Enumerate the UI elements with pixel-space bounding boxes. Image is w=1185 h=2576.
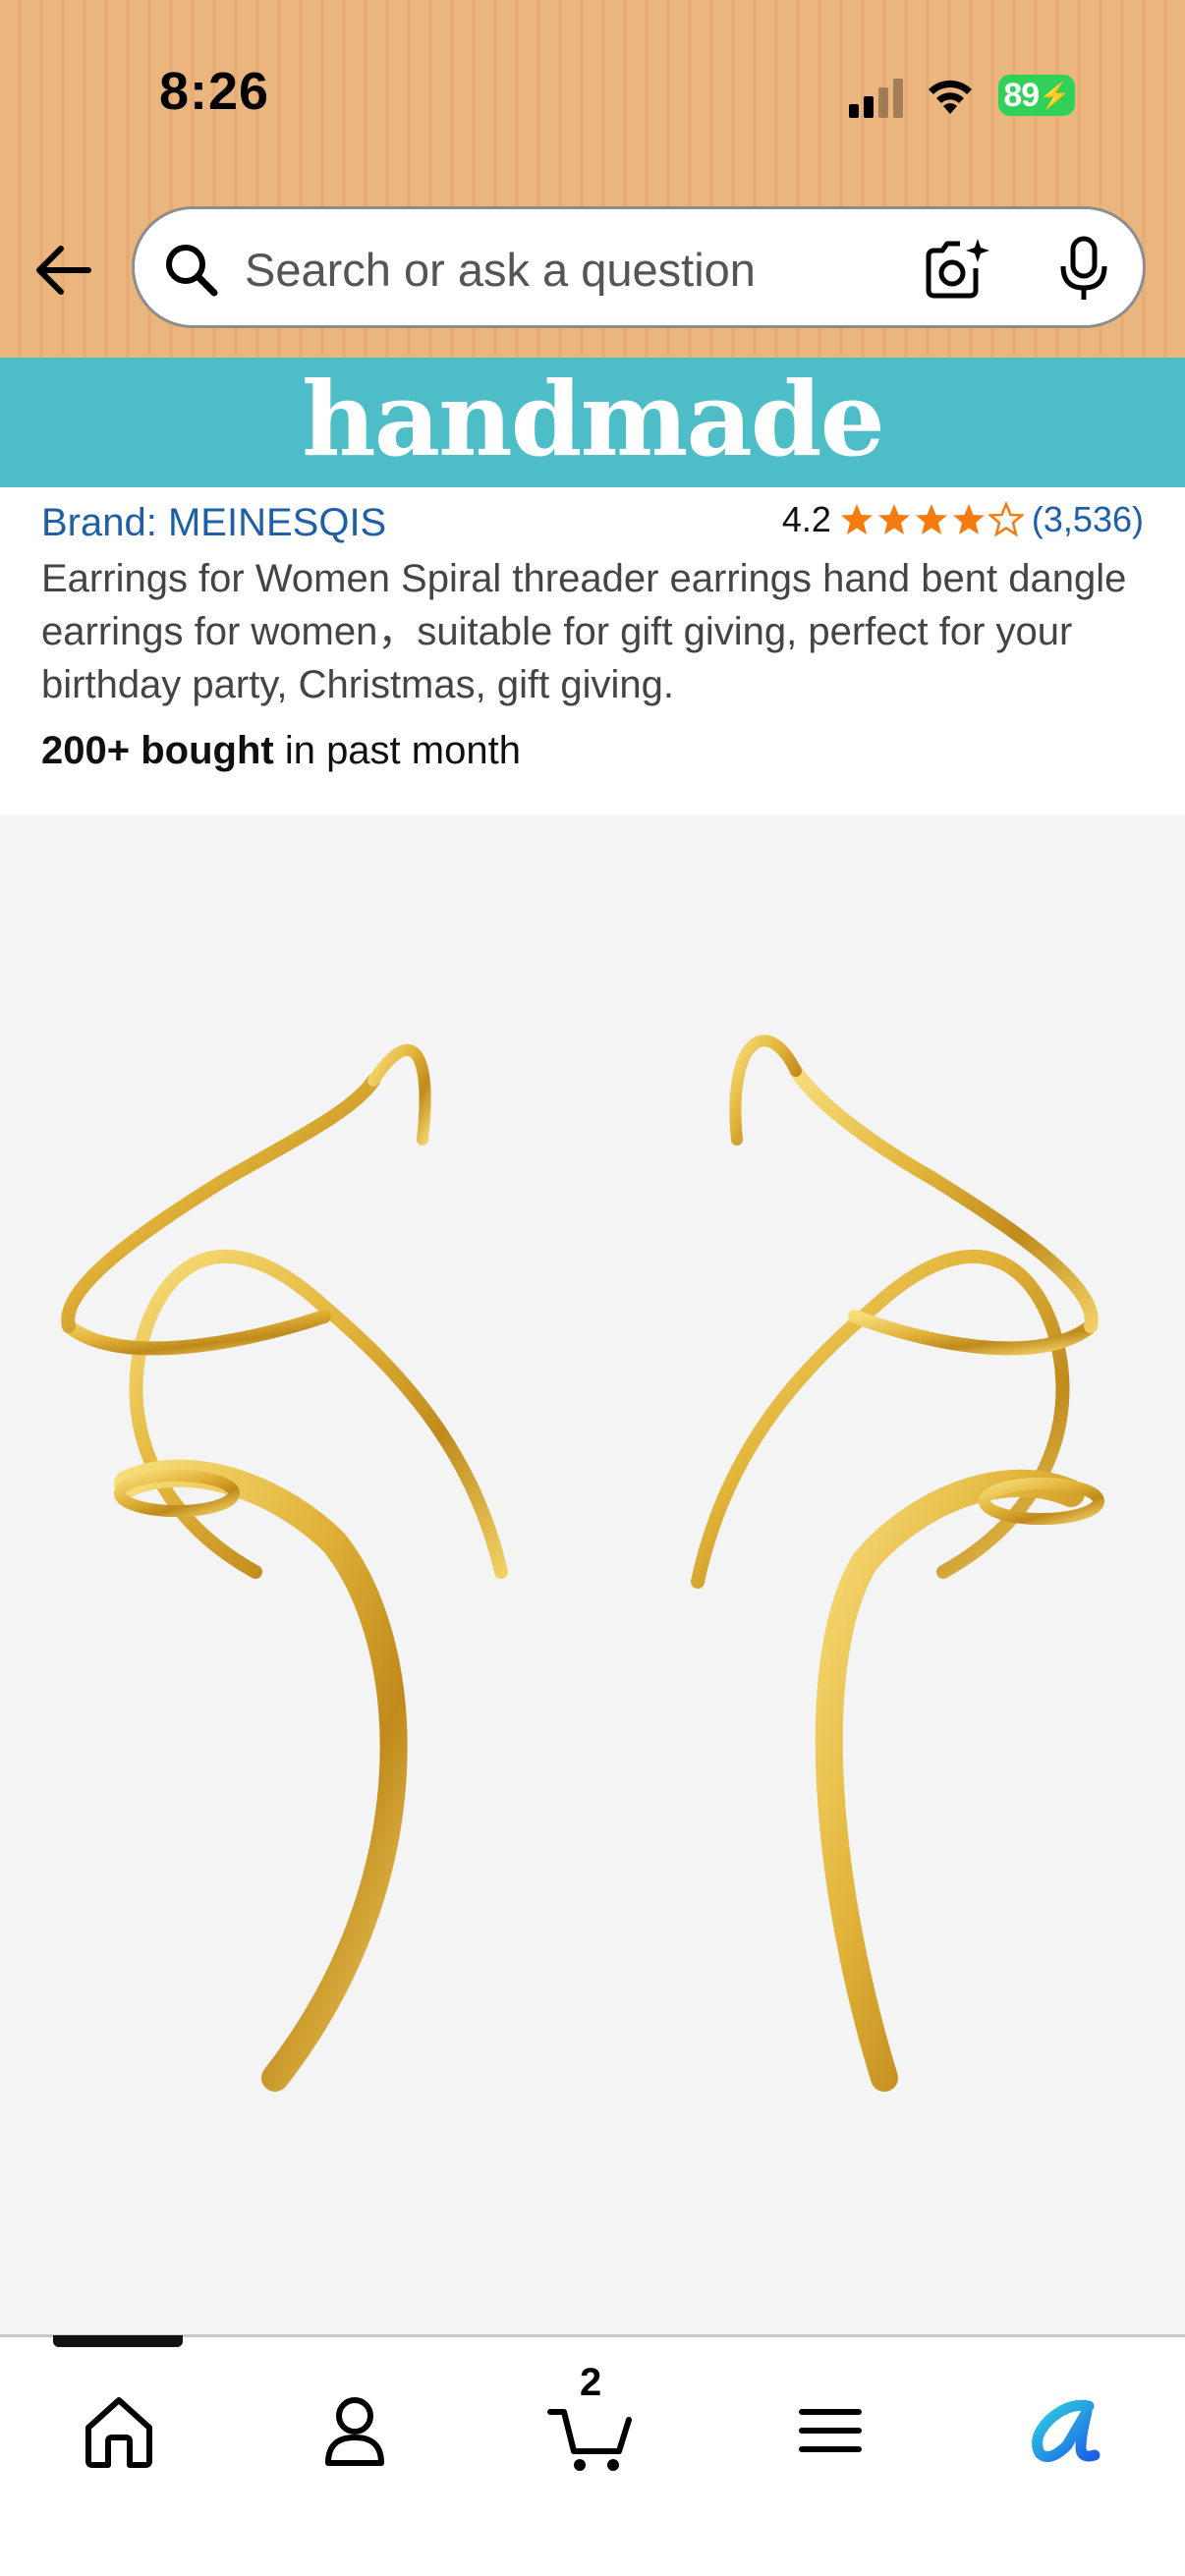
product-info: Brand: MEINESQIS 4.2 (3,536) Earrings fo…	[0, 487, 1185, 815]
wifi-icon	[929, 80, 972, 114]
right-earring	[691, 1035, 1104, 2092]
cart-count: 2	[580, 2361, 602, 2404]
nav-account[interactable]	[301, 2377, 409, 2485]
charging-bolt-icon: ⚡	[1039, 80, 1070, 110]
rating-summary[interactable]: 4.2 (3,536)	[782, 499, 1144, 540]
cellular-signal-icon	[849, 79, 903, 118]
search-input[interactable]	[243, 233, 954, 306]
bought-period: in past month	[273, 729, 521, 772]
gold-spiral-earrings-image	[61, 1035, 1104, 2092]
battery-indicator: 89 ⚡	[998, 75, 1075, 116]
battery-level: 89	[1003, 76, 1040, 114]
product-title: Earrings for Women Spiral threader earri…	[41, 557, 1127, 706]
star-full-icon	[952, 504, 985, 534]
account-icon	[325, 2397, 384, 2466]
handmade-banner[interactable]: handmade	[0, 358, 1185, 487]
menu-icon	[799, 2409, 862, 2452]
rufus-icon	[1032, 2399, 1100, 2463]
nav-menu[interactable]	[776, 2377, 884, 2485]
microphone-icon[interactable]	[1056, 235, 1111, 304]
search-bar[interactable]	[132, 206, 1146, 328]
star-rating	[839, 502, 1024, 537]
product-image[interactable]	[0, 815, 1185, 2334]
banner-text: handmade	[302, 358, 885, 479]
star-full-icon	[877, 504, 910, 534]
back-arrow-icon[interactable]	[31, 236, 96, 305]
nav-home[interactable]	[65, 2377, 173, 2485]
home-icon	[85, 2397, 152, 2468]
purchase-count: 200+ bought in past month	[41, 729, 521, 773]
rating-value: 4.2	[781, 499, 831, 539]
top-header: 8:26 89 ⚡	[0, 0, 1185, 358]
review-count-link[interactable]: (3,536)	[1032, 499, 1144, 540]
bottom-navigation: 2	[0, 2334, 1185, 2576]
star-full-icon	[840, 504, 873, 534]
active-tab-indicator	[53, 2335, 183, 2347]
nav-cart[interactable]: 2	[538, 2361, 647, 2485]
bought-count: 200+ bought	[41, 729, 274, 772]
left-earring	[61, 1043, 508, 2092]
nav-rufus[interactable]	[1010, 2377, 1118, 2485]
brand-link[interactable]: Brand: MEINESQIS	[41, 501, 386, 545]
search-icon	[166, 245, 218, 297]
star-empty-icon	[988, 502, 1024, 537]
camera-search-icon[interactable]	[921, 235, 991, 302]
star-full-icon	[915, 504, 947, 534]
status-time: 8:26	[159, 62, 270, 121]
